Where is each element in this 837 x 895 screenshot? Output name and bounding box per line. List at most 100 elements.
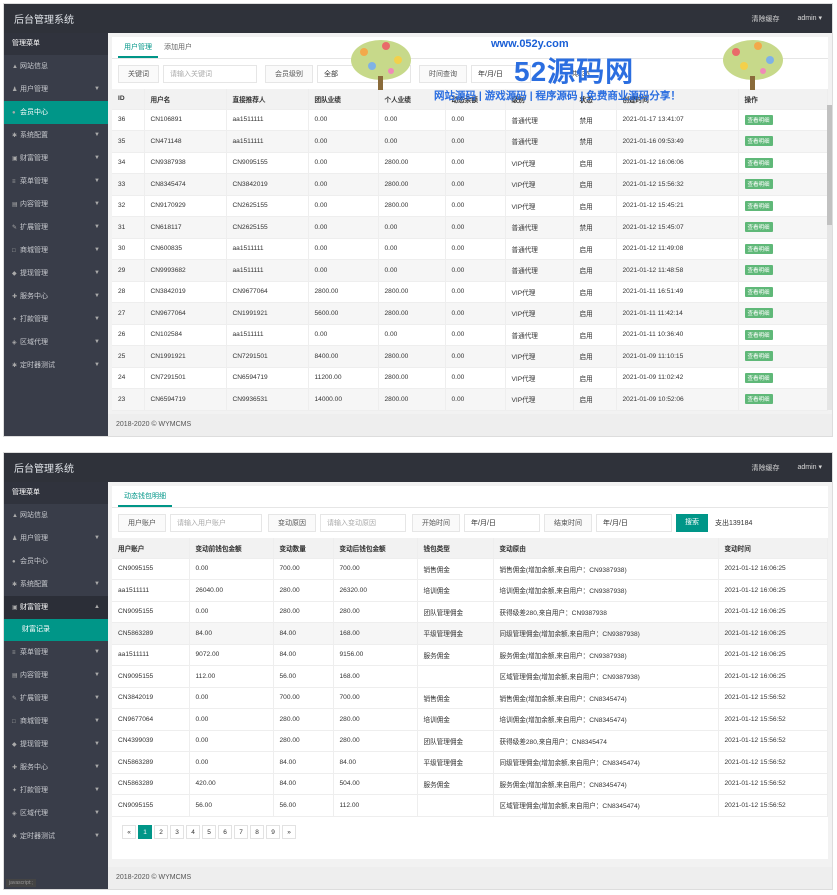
search-button[interactable]: 搜索 [676, 514, 708, 532]
table-cell: 84.00 [273, 622, 334, 645]
table-cell: 0.00 [189, 751, 274, 774]
sidebar-subitem[interactable]: 财富记录 [4, 619, 108, 641]
page-button[interactable]: 9 [266, 824, 280, 839]
table-cell: CN2625155 [226, 195, 309, 217]
view-details-button[interactable]: 查看明细 [744, 222, 773, 233]
page-button[interactable]: 3 [170, 824, 184, 839]
sidebar-item-label: 内容管理 [20, 201, 48, 208]
page-button[interactable]: 5 [202, 824, 216, 839]
table-cell: 禁用 [573, 216, 617, 239]
sidebar-item[interactable]: ◈ 区域代理 ▼ [4, 331, 108, 354]
start-date-input[interactable]: 年/月/日 [464, 514, 540, 532]
sidebar-item[interactable]: ◆ 提现管理 ▼ [4, 262, 108, 285]
view-details-button[interactable]: 查看明细 [744, 136, 773, 147]
sidebar-item[interactable]: ✎ 扩展管理 ▼ [4, 216, 108, 239]
sidebar-item[interactable]: ▲ 网站信息 [4, 55, 108, 78]
sidebar-item[interactable]: ✦ 打款管理 ▼ [4, 779, 108, 802]
page-button[interactable]: « [122, 824, 136, 839]
date-input[interactable]: 年/月/日 [471, 65, 531, 83]
view-details-button[interactable]: 查看明细 [744, 265, 773, 276]
table-row: 34 CN9387938 CN9095155 0.00 2800.00 0.00 VIP代理… [112, 152, 828, 174]
sidebar-item[interactable]: □ 商城管理 ▼ [4, 710, 108, 733]
view-details-button[interactable]: 查看明细 [744, 114, 773, 125]
sidebar-item[interactable]: ♟ 用户管理 ▼ [4, 78, 108, 101]
view-details-button[interactable]: 查看明细 [744, 394, 773, 405]
level-select[interactable]: 全部 [317, 65, 411, 83]
view-details-button[interactable]: 查看明细 [744, 372, 773, 383]
keyword-input[interactable]: 请输入关键词 [163, 65, 257, 83]
sidebar-item[interactable]: ▣ 财富管理 ▲ [4, 596, 108, 619]
table-cell: 2021-01-12 16:06:25 [718, 579, 828, 602]
admin-user-menu[interactable]: admin [797, 463, 822, 473]
page-button[interactable]: 4 [186, 824, 200, 839]
sidebar-item[interactable]: ≡ 菜单管理 ▼ [4, 641, 108, 664]
table-cell: 26320.00 [333, 579, 418, 602]
table-cell: 27 [112, 302, 145, 325]
table-cell: 2021-01-11 16:51:49 [616, 281, 739, 303]
chevron-down-icon: ▼ [94, 270, 100, 276]
sidebar-item-label: 区域代理 [20, 339, 48, 346]
table-cell: CN9677064 [144, 302, 227, 325]
view-details-button[interactable]: 查看明细 [744, 157, 773, 168]
column-header: 个人业绩 [378, 89, 446, 110]
reason-input[interactable]: 请输入变动原因 [320, 514, 406, 532]
sidebar-item[interactable]: ▤ 内容管理 ▼ [4, 664, 108, 687]
sidebar-item[interactable]: ✚ 服务中心 ▼ [4, 285, 108, 308]
page-button[interactable]: 8 [250, 824, 264, 839]
sidebar-item[interactable]: ✱ 系统配置 ▼ [4, 573, 108, 596]
page-button[interactable]: 7 [234, 824, 248, 839]
scrollbar[interactable] [827, 105, 832, 410]
scrollbar-thumb[interactable] [827, 105, 832, 225]
table-cell: 2021-01-12 16:06:25 [718, 558, 828, 580]
view-details-button[interactable]: 查看明细 [744, 286, 773, 297]
page-button[interactable]: » [282, 824, 296, 839]
sidebar-item[interactable]: ✱ 系统配置 ▼ [4, 124, 108, 147]
end-date-input[interactable]: 年/月/日 [596, 514, 672, 532]
page-button[interactable]: 1 [138, 824, 152, 839]
pagination: «1 2 3 4 5 6 7 8 9» [112, 817, 828, 847]
tab-add-user[interactable]: 添加用户 [158, 37, 198, 58]
table-cell: 2021-01-09 11:02:42 [616, 367, 739, 389]
admin-user-menu[interactable]: admin [797, 14, 822, 24]
view-details-button[interactable]: 查看明细 [744, 308, 773, 319]
sidebar-item[interactable]: ▣ 财富管理 ▼ [4, 147, 108, 170]
table-cell: 2021-01-17 13:41:07 [616, 109, 739, 131]
sidebar-item[interactable]: ● 会员中心 [4, 550, 108, 573]
account-input[interactable]: 请输入用户账户 [170, 514, 262, 532]
sidebar-item[interactable]: ✎ 扩展管理 ▼ [4, 687, 108, 710]
table-cell [417, 794, 494, 817]
sidebar-item[interactable]: □ 商城管理 ▼ [4, 239, 108, 262]
sidebar-item[interactable]: ▤ 内容管理 ▼ [4, 193, 108, 216]
sidebar-item[interactable]: ◆ 提现管理 ▼ [4, 733, 108, 756]
sidebar-item[interactable]: ✚ 服务中心 ▼ [4, 756, 108, 779]
view-details-button[interactable]: 查看明细 [744, 329, 773, 340]
chevron-down-icon: ▼ [94, 695, 100, 701]
table-row: 23 CN6594719 CN9936531 14000.00 2800.00 0.00 V… [112, 388, 828, 411]
sidebar-item[interactable]: ● 会员中心 [4, 101, 108, 124]
tab-wallet-details[interactable]: 动态钱包明细 [118, 486, 172, 507]
view-details-button[interactable]: 查看明细 [744, 179, 773, 190]
sidebar-item[interactable]: ≡ 菜单管理 ▼ [4, 170, 108, 193]
view-details-button[interactable]: 查看明细 [744, 200, 773, 211]
page-button[interactable]: 2 [154, 824, 168, 839]
sidebar-item[interactable]: ✦ 打款管理 ▼ [4, 308, 108, 331]
page-button[interactable]: 6 [218, 824, 232, 839]
chevron-down-icon: ▼ [94, 810, 100, 816]
view-details-button[interactable]: 查看明细 [744, 351, 773, 362]
tab-user-management[interactable]: 用户管理 [118, 37, 158, 58]
table-cell: 280.00 [333, 708, 418, 731]
table-cell: 25 [112, 345, 145, 368]
table-cell: 2021-01-16 09:53:49 [616, 130, 739, 153]
table-cell: 禁用 [573, 109, 617, 131]
table-row: CN9095155 56.00 56.00 112.00 区域管理佣金(增加余额,来自用… [112, 794, 828, 817]
sidebar-item[interactable]: ✱ 定时器测试 ▼ [4, 825, 108, 848]
sidebar-item[interactable]: ♟ 用户管理 ▼ [4, 527, 108, 550]
clear-cache-link[interactable]: 清除缓存 [751, 463, 779, 473]
sidebar-item-label: 服务中心 [20, 764, 48, 771]
view-details-button[interactable]: 查看明细 [744, 243, 773, 254]
sidebar-item[interactable]: ✱ 定时器测试 ▼ [4, 354, 108, 377]
clear-cache-link[interactable]: 清除缓存 [751, 14, 779, 24]
sidebar-item[interactable]: ◈ 区域代理 ▼ [4, 802, 108, 825]
sidebar-item[interactable]: ▲ 网站信息 [4, 504, 108, 527]
table-cell: aa1511111 [226, 259, 309, 282]
